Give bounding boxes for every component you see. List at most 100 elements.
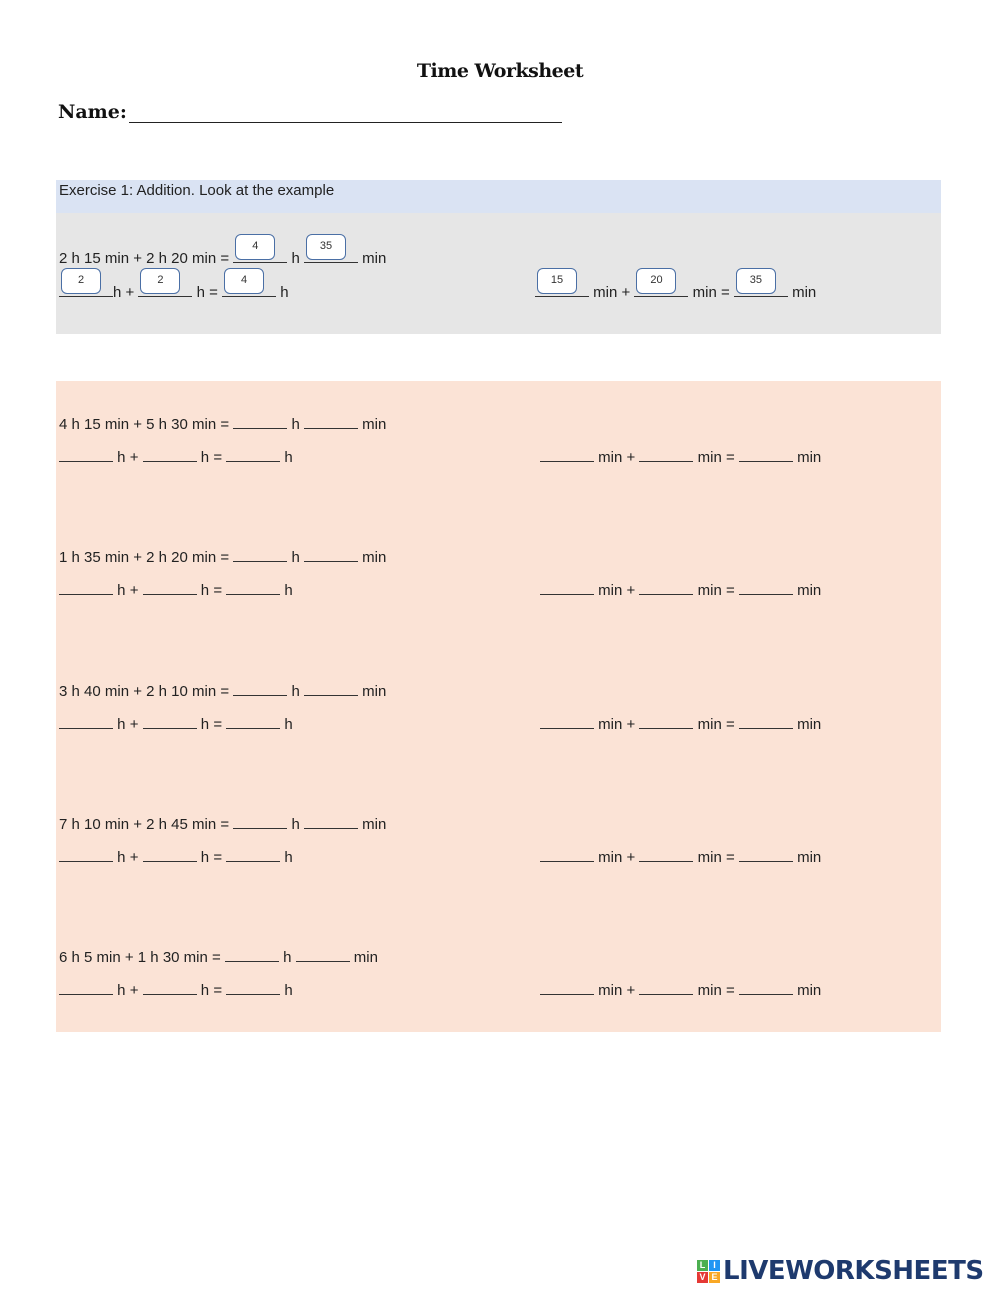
hour-part-2-blank[interactable] [142, 980, 197, 995]
min-part-1-blank[interactable] [540, 847, 594, 862]
answer-box: 2 [61, 268, 101, 294]
plus-sign: + [626, 982, 636, 999]
min-total-blank[interactable] [738, 980, 793, 995]
min-total-blank[interactable] [738, 714, 793, 729]
hour-part-2-blank[interactable] [142, 714, 197, 729]
unit-h: h [117, 849, 126, 866]
plus-sign: + [129, 582, 139, 599]
name-field[interactable] [128, 100, 562, 123]
hours-answer-blank[interactable] [233, 547, 288, 562]
hour-total-blank[interactable] [226, 714, 281, 729]
unit-h: h [200, 449, 210, 466]
hours-answer-blank[interactable] [233, 681, 288, 696]
logo-letter: I [709, 1259, 720, 1271]
min-total-blank[interactable] [738, 447, 793, 462]
minutes-answer-blank[interactable] [303, 681, 358, 696]
answer-box: 35 [735, 268, 776, 294]
unit-h: h [284, 449, 293, 466]
minutes-answer-blank[interactable] [303, 414, 358, 429]
unit-h: h [117, 716, 126, 733]
equals-sign: = [213, 582, 223, 599]
unit-h: h [291, 250, 300, 267]
unit-h: h [280, 284, 289, 301]
unit-h: h [284, 582, 293, 599]
unit-h: h [291, 549, 300, 566]
unit-h: h [200, 849, 210, 866]
name-label: Name: [58, 101, 127, 123]
unit-h: h [200, 982, 210, 999]
plus-sign: + [626, 582, 636, 599]
problem-minutes-line: min + min = min [540, 580, 821, 599]
unit-min: min [697, 849, 722, 866]
min-total-blank[interactable] [738, 580, 793, 595]
live-logo-icon: L I V E [697, 1259, 720, 1283]
unit-h: h [200, 582, 210, 599]
min-part-2-blank[interactable] [639, 847, 694, 862]
unit-min: min [797, 582, 822, 599]
hour-total-blank[interactable] [226, 580, 281, 595]
unit-min: min [598, 849, 623, 866]
exercise-instructions: Exercise 1: Addition. Look at the exampl… [59, 182, 335, 199]
min-part-2-blank[interactable] [639, 580, 694, 595]
logo-letter: V [697, 1271, 708, 1283]
hour-part-2-blank[interactable] [142, 447, 197, 462]
example-section: 2 h 15 min + 2 h 20 min = 4 h 35 min 2h … [56, 213, 941, 334]
plus-sign: + [129, 982, 139, 999]
hour-part-1-blank[interactable] [59, 580, 113, 595]
plus-sign: + [125, 284, 135, 301]
example-equation-line: 2 h 15 min + 2 h 20 min = 4 h 35 min [59, 234, 387, 267]
plus-sign: + [129, 449, 139, 466]
min-part-2-blank[interactable] [639, 447, 694, 462]
unit-h: h [291, 416, 300, 433]
hour-total-blank[interactable] [226, 447, 281, 462]
unit-h: h [117, 982, 126, 999]
equals-sign: = [213, 449, 223, 466]
min-total-blank[interactable] [738, 847, 793, 862]
example-hours-blank: 4 [233, 234, 288, 263]
logo-letter: E [709, 1271, 720, 1283]
unit-h: h [200, 716, 210, 733]
hour-part-2-blank[interactable] [142, 847, 197, 862]
unit-min: min [362, 250, 387, 267]
exercise-header: Exercise 1: Addition. Look at the exampl… [56, 180, 941, 213]
unit-h: h [196, 284, 205, 301]
hours-answer-blank[interactable] [233, 414, 288, 429]
example-min-total: 35 [733, 268, 788, 297]
unit-h: h [291, 816, 300, 833]
problem-equation-line: 7 h 10 min + 2 h 45 min = h min [59, 814, 386, 833]
hour-part-1-blank[interactable] [59, 447, 113, 462]
hour-part-2-blank[interactable] [142, 580, 197, 595]
min-part-1-blank[interactable] [540, 714, 594, 729]
minutes-answer-blank[interactable] [303, 814, 358, 829]
answer-box: 4 [224, 268, 265, 294]
worksheet-title: Time Worksheet [416, 60, 584, 82]
example-hours-line: 2h + 2 h = 4 h [59, 268, 289, 301]
hour-part-1-blank[interactable] [59, 980, 113, 995]
hour-part-1-blank[interactable] [59, 847, 113, 862]
practice-section: 4 h 15 min + 5 h 30 min = h min h + h = … [56, 381, 941, 1032]
hour-total-blank[interactable] [226, 847, 281, 862]
min-part-1-blank[interactable] [540, 447, 594, 462]
min-part-1-blank[interactable] [540, 980, 594, 995]
unit-min: min [362, 549, 387, 566]
min-part-2-blank[interactable] [639, 714, 694, 729]
unit-min: min [797, 449, 822, 466]
unit-h: h [291, 683, 300, 700]
unit-h: h [284, 849, 293, 866]
unit-min: min [797, 849, 822, 866]
hours-answer-blank[interactable] [233, 814, 288, 829]
minutes-answer-blank[interactable] [303, 547, 358, 562]
hour-total-blank[interactable] [226, 980, 281, 995]
min-part-2-blank[interactable] [639, 980, 694, 995]
hour-part-1-blank[interactable] [59, 714, 113, 729]
equals-sign: = [720, 284, 730, 301]
equals-sign: = [725, 982, 735, 999]
minutes-answer-blank[interactable] [295, 947, 350, 962]
logo-text: LIVEWORKSHEETS [723, 1256, 984, 1286]
min-part-1-blank[interactable] [540, 580, 594, 595]
equals-sign: = [725, 582, 735, 599]
plus-sign: + [626, 716, 636, 733]
hours-answer-blank[interactable] [224, 947, 279, 962]
logo-letter: L [697, 1259, 708, 1271]
problem-hours-line: h + h = h [59, 980, 293, 999]
